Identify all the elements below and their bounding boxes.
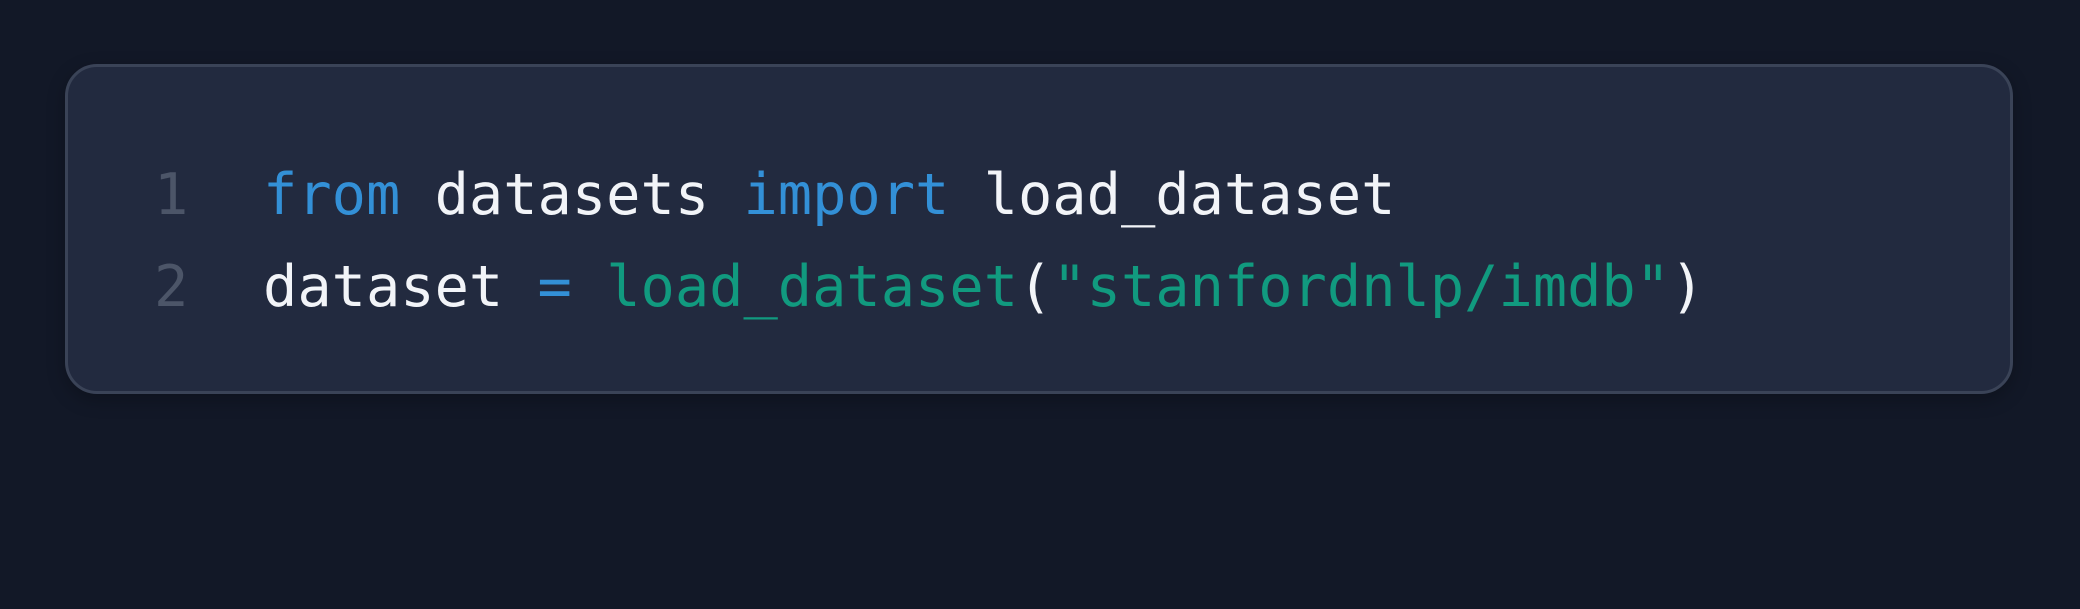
line-number: 1 [154, 162, 189, 228]
identifier-token: dataset [263, 254, 538, 320]
code-line-1: 1 from datasets import load_dataset [68, 149, 2010, 241]
line-number: 2 [154, 254, 189, 320]
module-token: datasets [400, 162, 744, 228]
keyword-token: from [263, 162, 401, 228]
paren-open-token: ( [1018, 254, 1053, 320]
code-lines: 1 from datasets import load_dataset 2 da… [68, 149, 2010, 333]
keyword-token: import [743, 162, 950, 228]
identifier-token: load_dataset [949, 162, 1396, 228]
code-text: from datasets import load_dataset [263, 149, 1395, 241]
code-line-2: 2 dataset = load_dataset("stanfordnlp/im… [68, 241, 2010, 333]
string-literal-token: "stanfordnlp/imdb" [1052, 254, 1671, 320]
operator-token: = [537, 254, 572, 320]
code-text: dataset = load_dataset("stanfordnlp/imdb… [263, 241, 1704, 333]
code-block: 1 from datasets import load_dataset 2 da… [65, 64, 2013, 394]
function-call-token: load_dataset [606, 254, 1019, 320]
paren-close-token: ) [1670, 254, 1705, 320]
